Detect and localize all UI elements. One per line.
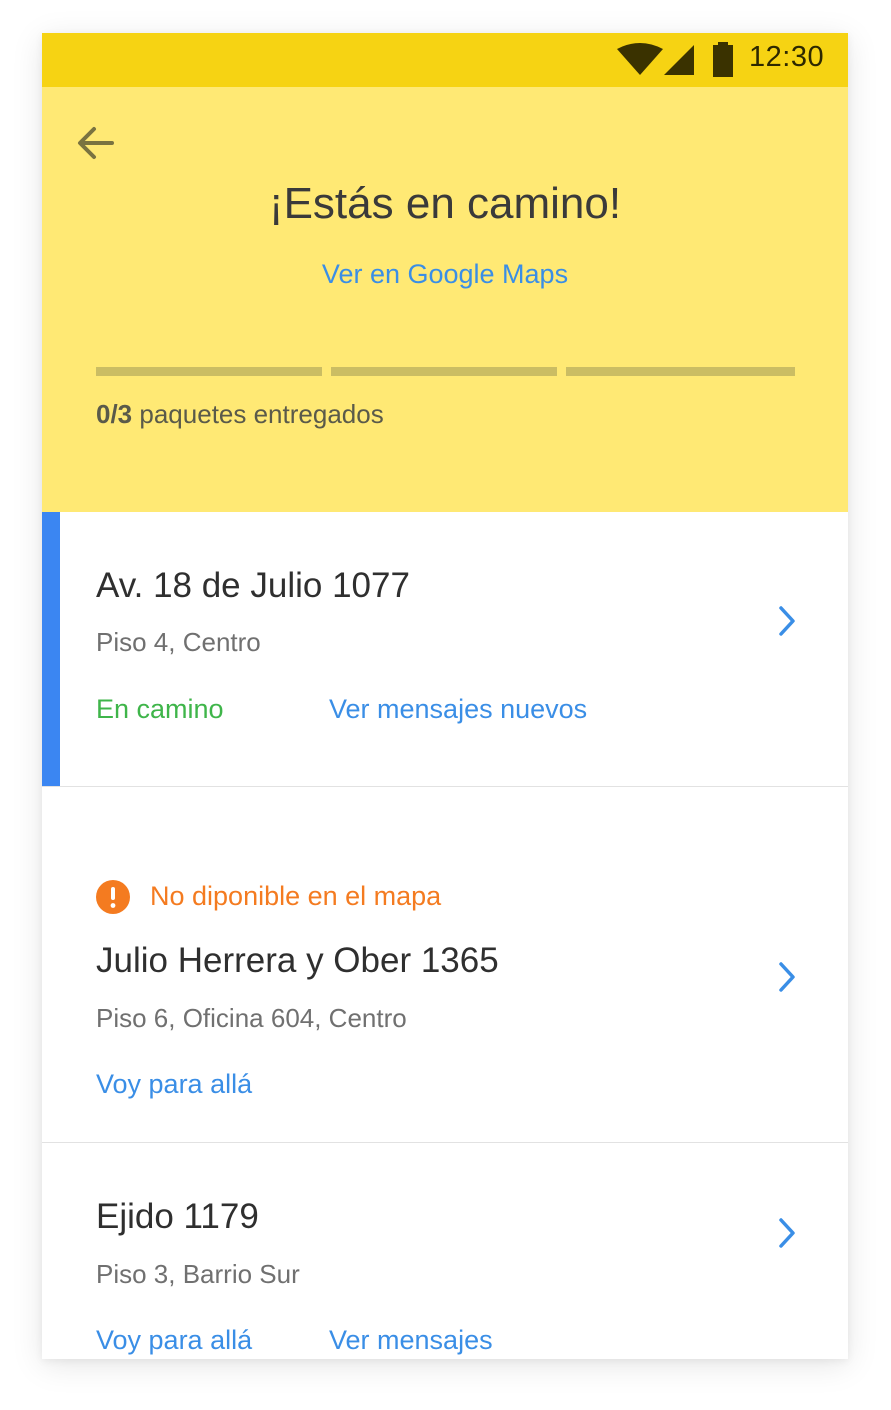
go-there-link[interactable]: Voy para allá	[96, 1069, 252, 1100]
delivered-count: 0/3 paquetes entregados	[96, 399, 384, 430]
progress-segment-2	[331, 367, 557, 376]
chevron-right-icon[interactable]	[776, 604, 798, 638]
phone-screen: 12:30 ¡Estás en camino! Ver en Google Ma…	[42, 33, 848, 1359]
delivery-address: Ejido 1179	[96, 1197, 259, 1236]
delivery-card-3[interactable]: Ejido 1179 Piso 3, Barrio Sur Voy para a…	[42, 1143, 848, 1359]
view-new-messages-link[interactable]: Ver mensajes nuevos	[329, 694, 587, 725]
delivery-detail: Piso 6, Oficina 604, Centro	[96, 1003, 407, 1033]
progress-segment-3	[566, 367, 795, 376]
cell-signal-icon	[664, 45, 694, 75]
active-indicator	[42, 512, 60, 786]
view-messages-link[interactable]: Ver mensajes	[329, 1325, 493, 1356]
delivery-address: Av. 18 de Julio 1077	[96, 566, 410, 605]
delivered-label: paquetes entregados	[139, 399, 384, 429]
warning-icon	[96, 880, 130, 914]
go-there-link[interactable]: Voy para allá	[96, 1325, 252, 1356]
delivered-fraction: 0/3	[96, 399, 133, 429]
google-maps-link[interactable]: Ver en Google Maps	[42, 259, 848, 290]
progress-segment-1	[96, 367, 322, 376]
delivery-card-1[interactable]: Av. 18 de Julio 1077 Piso 4, Centro En c…	[42, 512, 848, 786]
status-bar: 12:30	[42, 33, 848, 87]
chevron-right-icon[interactable]	[776, 1216, 798, 1250]
delivery-card-2[interactable]: No diponible en el mapa Julio Herrera y …	[42, 787, 848, 1142]
delivery-progress-bar	[96, 367, 796, 376]
delivery-detail: Piso 3, Barrio Sur	[96, 1259, 300, 1289]
delivery-detail: Piso 4, Centro	[96, 627, 261, 657]
wifi-icon	[617, 43, 663, 75]
trip-header: ¡Estás en camino! Ver en Google Maps 0/3…	[42, 87, 848, 512]
page-title: ¡Estás en camino!	[268, 179, 622, 228]
back-arrow-icon[interactable]	[72, 119, 120, 167]
clock: 12:30	[749, 41, 825, 73]
delivery-address: Julio Herrera y Ober 1365	[96, 941, 499, 980]
battery-icon	[713, 42, 733, 77]
chevron-right-icon[interactable]	[776, 960, 798, 994]
map-warning: No diponible en el mapa	[150, 881, 442, 911]
delivery-status: En camino	[96, 694, 224, 724]
